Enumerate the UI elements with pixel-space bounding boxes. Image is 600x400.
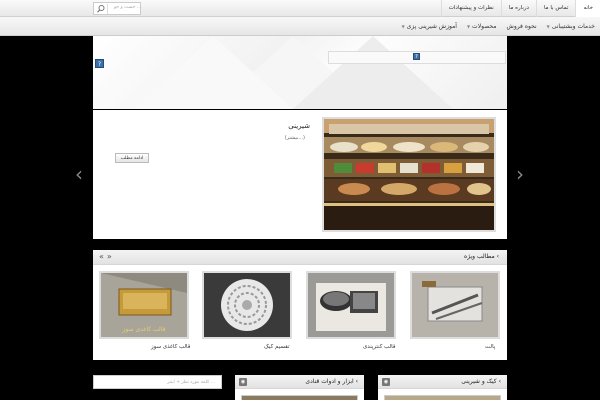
sidebar-search-placeholder: کلمه مورد نظر + اینتر ... [167,380,215,385]
slide-title[interactable]: شیرینی [288,122,310,130]
widget-cakes: کیک و شیرینی ‹ ◉ [378,375,507,400]
main-nav-sales[interactable]: نحوه فروش [502,17,542,36]
featured-card-label[interactable]: پالت [485,344,495,350]
search-input[interactable]: جست و جو ... [93,2,141,15]
top-nav: خانه تماس با ما درباره ما نظرات و پیشنها… [440,0,600,17]
widget-tools-header: ابزار و ادوات قنادی ‹ ◉ [235,375,364,389]
featured-header: مطالب ویژه ‹ «» [93,250,507,265]
slide-subtitle: (بیشتر...) [284,135,305,141]
rss-icon[interactable]: ◉ [239,378,247,386]
widget-cakes-thumbnail[interactable] [384,395,501,400]
chevron-left-icon: ‹ [355,378,358,385]
top-nav-contact[interactable]: تماس با ما [536,0,575,17]
banner-ad-box: ? [328,51,506,64]
main-nav-training[interactable]: آموزش شیرینی پزی ▼ [397,17,462,36]
slide-image-pastry-display[interactable] [322,117,496,232]
featured-card-label[interactable]: قالب کنترپندی [363,344,395,350]
featured-section: مطالب ویژه ‹ «» پالت قالب کنترپندی تقسیم… [93,250,507,360]
search-placeholder: جست و جو ... [114,5,142,10]
main-menu-bar: خدمات وبشتیبانی ▼ نحوه فروش محصولات ▼ آموز… [0,17,600,36]
featured-card-image[interactable] [410,271,500,339]
search-icon[interactable] [96,4,108,14]
sidebar-search-input[interactable]: کلمه مورد نظر + اینتر ... [93,375,222,389]
slider: شیرینی (بیشتر...) ادامه مطلب [93,110,507,239]
chevron-left-icon: ‹ [496,253,499,260]
featured-card-label[interactable]: قالب کاغذی سوز [151,344,190,350]
main-nav-products[interactable]: محصولات ▼ [462,17,502,36]
next-double-arrow-icon[interactable]: » [107,252,115,261]
chevron-down-icon: ▼ [401,24,405,29]
widget-tools-title[interactable]: ابزار و ادوات قنادی ‹ [305,378,358,385]
main-nav-products-label: محصولات [472,23,497,30]
chevron-left-icon: ‹ [498,378,501,385]
widget-cakes-title[interactable]: کیک و شیرینی ‹ [461,378,501,385]
featured-pager: «» [99,252,115,261]
help-icon[interactable]: ? [95,59,104,68]
featured-card-image[interactable] [202,271,292,339]
featured-title-text: مطالب ویژه [464,253,495,260]
chevron-down-icon: ▼ [546,24,550,29]
svg-text:قالب کاغذی سوز: قالب کاغذی سوز [122,326,166,333]
slider-next-arrow-icon[interactable]: › [513,164,527,184]
featured-card-label[interactable]: تقسیم کیک [264,344,290,350]
featured-card-image[interactable]: قالب کاغذی سوز [99,271,189,339]
header-banner: ? ? [93,36,507,109]
featured-title: مطالب ویژه ‹ [464,253,499,260]
main-nav-support[interactable]: خدمات وبشتیبانی ▼ [542,17,600,36]
rss-icon[interactable]: ◉ [382,378,390,386]
slider-prev-arrow-icon[interactable]: ‹ [72,164,86,184]
main-nav-sales-label: نحوه فروش [506,23,537,30]
read-more-button[interactable]: ادامه مطلب [115,153,149,163]
widget-cakes-header: کیک و شیرینی ‹ ◉ [378,375,507,389]
top-bar: خانه تماس با ما درباره ما نظرات و پیشنها… [0,0,600,17]
top-nav-home[interactable]: خانه [575,0,600,17]
top-nav-feedback[interactable]: نظرات و پیشنهادات [440,0,501,17]
top-nav-about[interactable]: درباره ما [500,0,536,17]
main-nav: خدمات وبشتیبانی ▼ نحوه فروش محصولات ▼ آموز… [397,17,600,36]
widget-tools: ابزار و ادوات قنادی ‹ ◉ [235,375,364,400]
featured-card-image[interactable] [306,271,396,339]
widget-tools-thumbnail[interactable] [241,395,358,400]
banner-pattern [133,36,453,109]
main-nav-training-label: آموزش شیرینی پزی [406,23,457,30]
help-icon[interactable]: ? [413,53,420,60]
chevron-down-icon: ▼ [466,24,471,29]
main-nav-support-label: خدمات وبشتیبانی [551,23,595,30]
widget-tools-title-text: ابزار و ادوات قنادی [305,378,354,385]
widget-cakes-title-text: کیک و شیرینی [461,378,497,385]
prev-double-arrow-icon[interactable]: « [99,252,107,261]
